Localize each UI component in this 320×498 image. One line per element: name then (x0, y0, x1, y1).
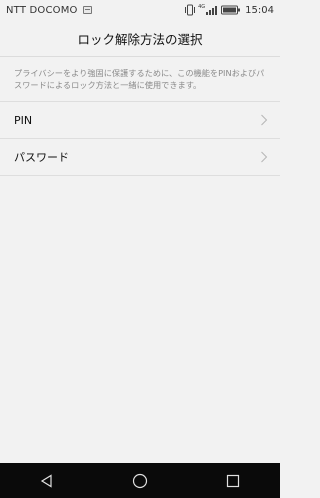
signal-strength-icon (206, 6, 218, 15)
back-button[interactable] (37, 471, 57, 491)
list-item-password[interactable]: パスワード (0, 139, 280, 176)
recents-square-icon (227, 474, 240, 487)
status-icons: 4G 15:04 (184, 0, 274, 20)
list-item-pin[interactable]: PIN (0, 102, 280, 139)
message-notification-icon (82, 6, 92, 14)
back-triangle-icon (40, 473, 52, 488)
list-item-label: PIN (14, 113, 33, 127)
description-text: プライバシーをより強固に保護するために、この機能をPINおよびパスワードによるロ… (14, 68, 265, 90)
recents-button[interactable] (223, 471, 243, 491)
vibrate-icon (185, 4, 196, 16)
carrier-name: NTT DOCOMO (6, 4, 78, 16)
home-circle-icon (132, 473, 148, 488)
list-item-label: パスワード (14, 151, 69, 164)
chevron-right-icon (261, 114, 268, 126)
network-type-label: 4G (198, 4, 206, 10)
unlock-method-list: PIN パスワード (0, 101, 280, 176)
clock: 15:04 (245, 4, 274, 16)
status-bar: NTT DOCOMO 4G 15:04 (0, 0, 280, 20)
home-button[interactable] (130, 471, 150, 491)
page-title: ロック解除方法の選択 (0, 20, 280, 57)
chevron-right-icon (261, 151, 268, 163)
navigation-bar (0, 463, 280, 498)
battery-icon (221, 5, 241, 15)
